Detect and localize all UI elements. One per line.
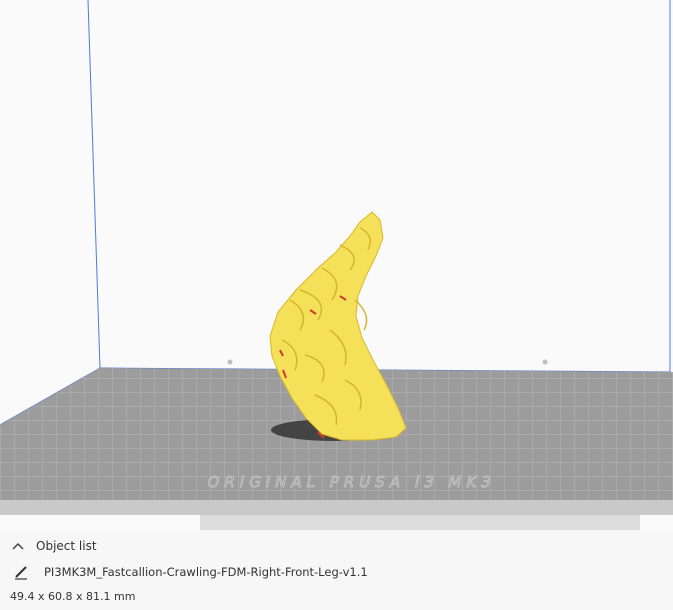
viewport-canvas[interactable]: ORIGINAL PRUSA i3 MK3 [0,0,673,530]
object-list-panel: Object list PI3MK3M_Fastcallion-Crawling… [0,530,673,610]
object-dimensions: 49.4 x 60.8 x 81.1 mm [10,590,136,603]
bed-label: ORIGINAL PRUSA i3 MK3 [206,473,498,491]
pencil-icon[interactable] [10,563,32,581]
chevron-up-icon [10,539,26,553]
3d-viewport[interactable]: ORIGINAL PRUSA i3 MK3 [0,0,673,530]
object-name: PI3MK3M_Fastcallion-Crawling-FDM-Right-F… [44,565,368,579]
object-list-toggle[interactable]: Object list [10,536,97,556]
list-item[interactable]: PI3MK3M_Fastcallion-Crawling-FDM-Right-F… [10,561,368,583]
object-list-label: Object list [36,539,97,553]
